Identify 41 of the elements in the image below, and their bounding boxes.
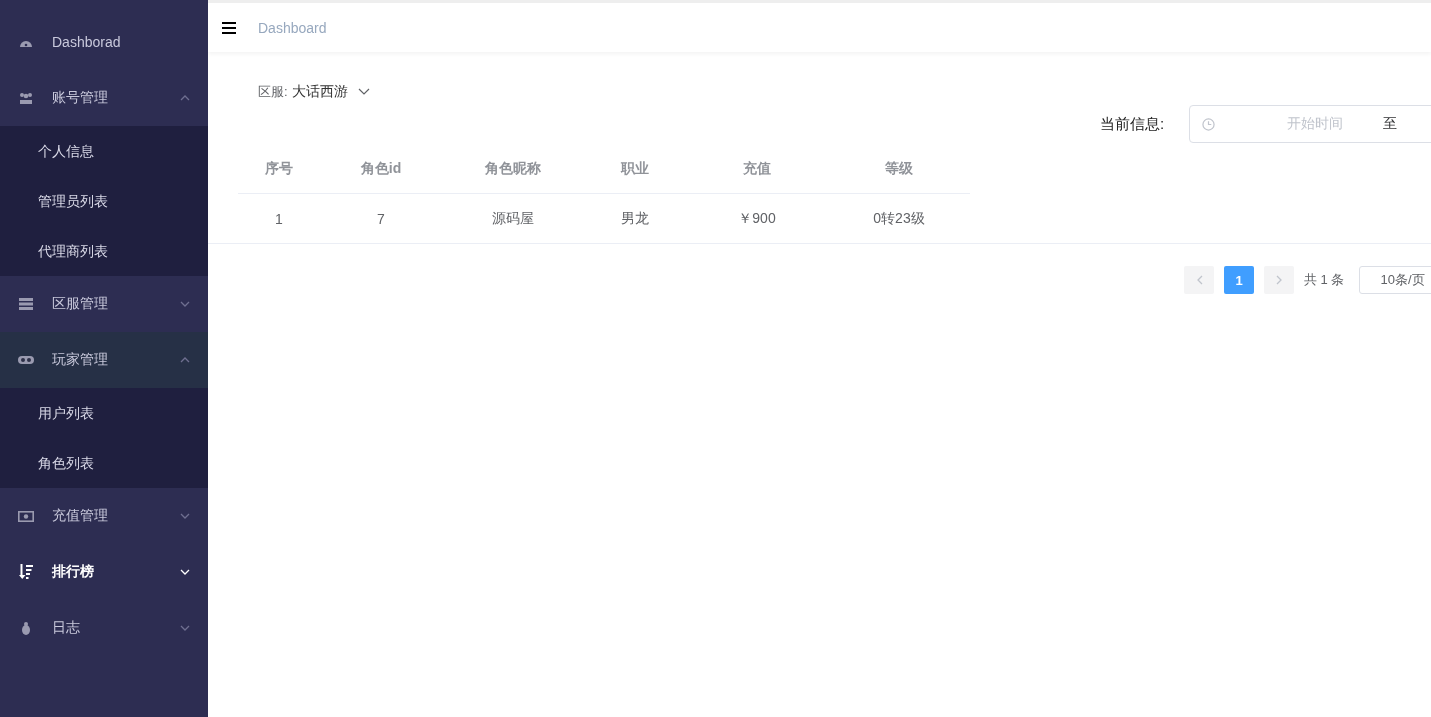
column-header: 角色昵称 [442, 144, 584, 194]
clock-icon [1202, 117, 1216, 131]
banknote-icon [18, 510, 34, 522]
submenu-item[interactable]: 代理商列表 [0, 226, 208, 276]
menu-item[interactable]: 充值管理 [0, 488, 208, 544]
menu-icon[interactable] [222, 21, 236, 34]
column-header: 等级 [828, 144, 970, 194]
submenu-item[interactable]: 管理员列表 [0, 176, 208, 226]
date-range-field[interactable]: 开始时间 至 [1189, 105, 1431, 143]
table-cell: 源码屋 [442, 193, 584, 243]
column-header: 充值 [686, 144, 828, 194]
column-header: 职业 [584, 144, 686, 194]
table-cell: ￥900 [686, 193, 828, 243]
chevron-down-icon [357, 88, 370, 96]
sort-icon [19, 564, 33, 580]
submenu-item[interactable]: 角色列表 [0, 438, 208, 488]
chevron-left-icon [1195, 275, 1203, 285]
column-header: 角色id [320, 144, 442, 194]
column-header: 序号 [238, 144, 320, 194]
menu-item[interactable]: 日志 [0, 600, 208, 656]
next-page-button[interactable] [1264, 266, 1294, 294]
submenu-item[interactable]: 个人信息 [0, 126, 208, 176]
date-range-label: 当前信息: [1100, 114, 1165, 134]
prev-page-button[interactable] [1184, 266, 1214, 294]
table-cell: 男龙 [584, 193, 686, 243]
menu-item[interactable]: Dashborad [0, 14, 208, 70]
page-size-select[interactable]: 10条/页 [1359, 266, 1431, 294]
menu-item[interactable]: 排行榜 [0, 544, 208, 600]
server-icon [19, 298, 33, 310]
menu-item[interactable]: 玩家管理 [0, 332, 208, 388]
submenu-item[interactable]: 用户列表 [0, 388, 208, 438]
filter-label: 区服: [258, 83, 288, 101]
server-select[interactable]: 大话西游 [291, 83, 370, 101]
menu-item[interactable]: 区服管理 [0, 276, 208, 332]
table-cell: 7 [320, 193, 442, 243]
menu-item[interactable]: 账号管理 [0, 70, 208, 126]
table-cell: 0转23级 [828, 193, 970, 243]
users-icon [18, 92, 34, 104]
table-cell: 1 [238, 193, 320, 243]
total-count: 共 1 条 [1304, 271, 1345, 289]
chevron-right-icon [1275, 275, 1283, 285]
